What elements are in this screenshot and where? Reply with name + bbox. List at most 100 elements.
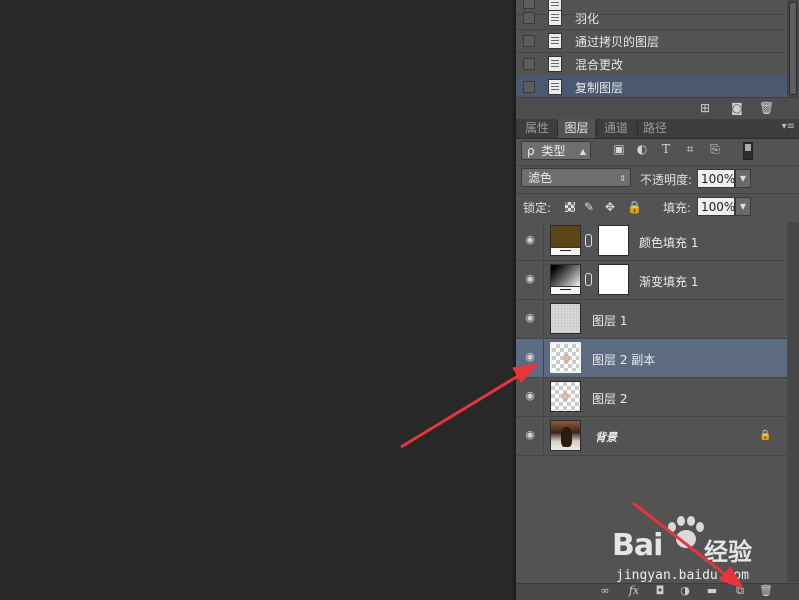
layer-row-selected[interactable]: ◉ 图层 2 副本	[516, 339, 799, 378]
blend-mode-select[interactable]: 滤色 ⇕	[521, 168, 631, 187]
layer-thumbnail	[550, 342, 581, 373]
opacity-label: 不透明度:	[640, 173, 693, 187]
eye-column-divider	[543, 300, 544, 339]
tab-divider	[596, 122, 597, 135]
separator	[516, 193, 799, 194]
layer-row[interactable]: ◉ 图层 2	[516, 378, 799, 417]
history-panel: 羽化 通过拷贝的图层 混合更改 复制图层	[516, 0, 787, 99]
watermark-brand-suffix: 经验	[704, 538, 752, 566]
history-checkbox[interactable]	[523, 12, 535, 24]
eye-column-divider	[543, 222, 544, 261]
document-canvas[interactable]	[0, 0, 513, 599]
lock-position-icon[interactable]: ✥	[604, 201, 616, 213]
eye-column-divider	[543, 339, 544, 378]
tab-properties[interactable]: 属性	[521, 119, 553, 138]
visibility-eye-icon[interactable]: ◉	[524, 390, 536, 401]
lock-all-icon[interactable]: 🔒	[627, 201, 642, 213]
panel-menu-icon[interactable]: ▾≡	[782, 121, 795, 132]
layer-row[interactable]: ◉ 图层 1	[516, 300, 799, 339]
layer-name: 图层 2	[592, 392, 628, 406]
history-scrollbar[interactable]	[787, 0, 799, 97]
tab-layers[interactable]: 图层	[558, 119, 595, 138]
layer-row[interactable]: ◉ 背景 🔒	[516, 417, 799, 456]
link-chain-icon[interactable]	[585, 273, 592, 286]
visibility-eye-icon[interactable]: ◉	[524, 351, 536, 362]
history-item[interactable]: 混合更改	[516, 52, 787, 76]
visibility-eye-icon[interactable]: ◉	[524, 234, 536, 245]
pixel-filter-icon[interactable]: ▣	[612, 142, 626, 156]
eye-column-divider	[543, 261, 544, 300]
filter-toggle-switch[interactable]	[743, 142, 753, 160]
history-item-label: 复制图层	[575, 81, 624, 95]
layer-mask-thumbnail[interactable]	[598, 264, 629, 295]
fill-label: 填充:	[663, 201, 692, 215]
history-item-selected[interactable]: 复制图层	[516, 75, 787, 99]
layer-mask-thumbnail[interactable]	[598, 225, 629, 256]
paw-logo-icon	[668, 516, 704, 550]
adjustment-filter-icon[interactable]: ◐	[635, 142, 649, 156]
lock-image-pixels-icon[interactable]: ✎	[583, 201, 595, 213]
history-state-icon	[548, 79, 562, 95]
history-state-icon	[548, 33, 562, 49]
visibility-eye-icon[interactable]: ◉	[524, 312, 536, 323]
layer-thumbnail	[550, 381, 581, 412]
filter-kind-label: 类型	[541, 144, 566, 158]
history-checkbox[interactable]	[523, 81, 535, 93]
layer-row[interactable]: ◉ 颜色填充 1	[516, 222, 799, 261]
visibility-eye-icon[interactable]: ◉	[524, 273, 536, 284]
lock-label: 锁定:	[523, 201, 552, 215]
type-filter-icon[interactable]: T	[659, 142, 673, 156]
scroll-thumb[interactable]	[789, 2, 797, 95]
watermark-brand: Bai	[612, 528, 663, 563]
search-icon: ρ	[527, 144, 535, 158]
layer-name: 渐变填充 1	[639, 275, 699, 289]
shape-filter-icon[interactable]: ⌗	[683, 142, 697, 156]
history-state-icon	[548, 10, 562, 26]
color-fill-thumbnail	[550, 225, 581, 256]
history-checkbox[interactable]	[523, 58, 535, 70]
layer-name: 背景	[595, 431, 617, 444]
chevron-updown-icon: ▲	[579, 147, 586, 156]
baidu-jingyan-watermark: Bai 经验 jingyan.baidu.com	[612, 510, 762, 590]
watermark-url: jingyan.baidu.com	[616, 568, 750, 583]
history-footer: ⊞ ◙ 🗑	[516, 97, 799, 121]
history-item-label: 羽化	[575, 12, 600, 26]
chevron-updown-icon: ⇕	[619, 174, 626, 183]
fill-field[interactable]: 100%	[697, 197, 735, 216]
history-item-label: 通过拷贝的图层	[575, 35, 660, 49]
separator	[516, 165, 799, 166]
fill-dropdown-button[interactable]: ▼	[735, 197, 751, 216]
eye-column-divider	[543, 417, 544, 456]
lock-transparent-pixels-icon[interactable]	[565, 202, 575, 212]
history-checkbox[interactable]	[523, 35, 535, 47]
camera-icon[interactable]: ◙	[730, 102, 744, 115]
layer-filter-select[interactable]: ρ 类型 ▲	[521, 141, 591, 160]
opacity-dropdown-button[interactable]: ▼	[735, 169, 751, 188]
opacity-field[interactable]: 100%	[697, 169, 735, 188]
background-thumbnail	[550, 420, 581, 451]
layer-name: 图层 1	[592, 314, 628, 328]
layers-scrollbar[interactable]	[787, 222, 799, 582]
blend-mode-value: 滤色	[528, 171, 553, 185]
layer-row[interactable]: ◉ 渐变填充 1	[516, 261, 799, 300]
history-item-label: 混合更改	[575, 58, 624, 72]
tab-paths[interactable]: 路径	[639, 119, 671, 138]
panel-tabs: 属性 图层 通道 路径 ▾≡	[516, 119, 799, 139]
history-item[interactable]: 羽化	[516, 6, 787, 30]
trash-icon[interactable]: 🗑	[759, 102, 774, 115]
layer-name: 颜色填充 1	[639, 236, 699, 250]
new-snapshot-icon[interactable]: ⊞	[698, 102, 712, 115]
visibility-eye-icon[interactable]: ◉	[524, 429, 536, 440]
history-state-icon	[548, 56, 562, 72]
layer-thumbnail	[550, 303, 581, 334]
link-layers-icon[interactable]: ∞	[598, 584, 612, 598]
gradient-fill-thumbnail	[550, 264, 581, 295]
smart-object-filter-icon[interactable]: ⎘	[708, 142, 722, 156]
eye-column-divider	[543, 378, 544, 417]
lock-icon[interactable]: 🔒	[759, 430, 771, 441]
layer-name: 图层 2 副本	[592, 353, 656, 367]
history-item[interactable]: 通过拷贝的图层	[516, 29, 787, 53]
link-chain-icon[interactable]	[585, 234, 592, 247]
tab-divider	[637, 122, 638, 135]
tab-channels[interactable]: 通道	[598, 119, 634, 138]
